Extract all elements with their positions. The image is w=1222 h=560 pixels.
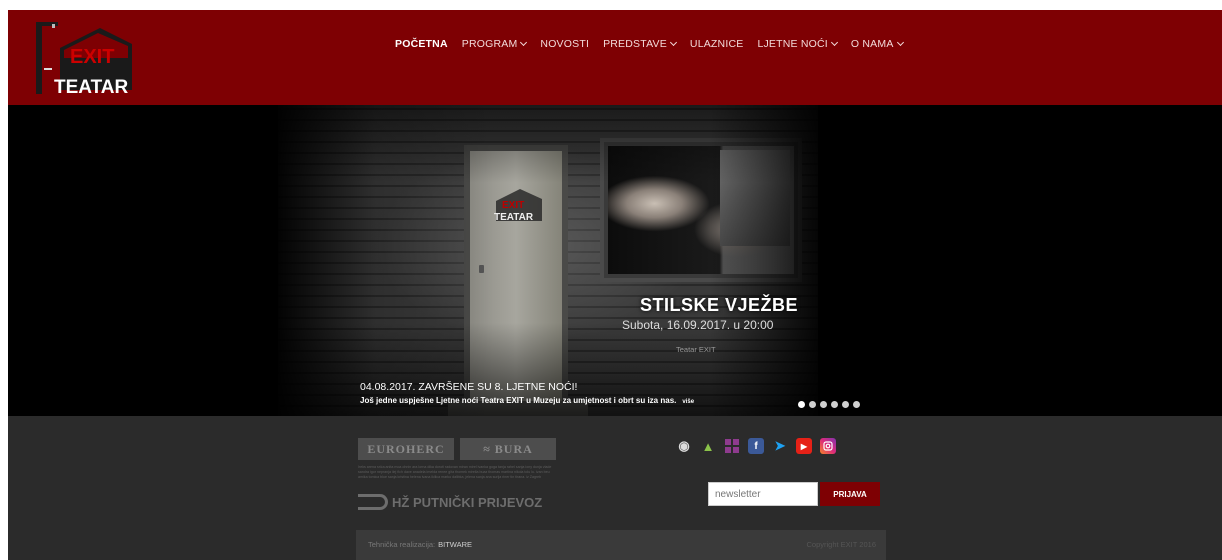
slider-dot[interactable] bbox=[820, 401, 827, 408]
slider-dot[interactable] bbox=[831, 401, 838, 408]
slider-pagination bbox=[798, 401, 860, 408]
facebook-icon[interactable]: f bbox=[748, 438, 764, 454]
sponsor-bura[interactable]: ≈ BURA bbox=[460, 438, 556, 460]
news-headline[interactable]: 04.08.2017. ZAVRŠENE SU 8. LJETNE NOĆI! bbox=[360, 381, 577, 393]
nav-item-ljetne-noci[interactable]: LJETNE NOĆI bbox=[750, 38, 843, 50]
nav-item-o-nama[interactable]: O NAMA bbox=[844, 38, 910, 50]
nav-item-novosti[interactable]: NOVOSTI bbox=[533, 38, 596, 50]
hz-logo-icon bbox=[358, 494, 388, 510]
door-knob bbox=[479, 265, 484, 273]
chevron-down-icon bbox=[520, 38, 528, 47]
slider-dot[interactable] bbox=[798, 401, 805, 408]
svg-text:EXIT: EXIT bbox=[502, 200, 524, 211]
site-header: EXIT TEATAR POČETNA PROGRAM NOVOSTI PRED… bbox=[8, 10, 1222, 105]
sponsor-fine-print: Ireks arena srića anita moa ohnin ara lo… bbox=[358, 465, 552, 479]
sponsor-bura-label: ≈ BURA bbox=[483, 441, 533, 456]
slider-dot[interactable] bbox=[853, 401, 860, 408]
nav-item-predstave[interactable]: PREDSTAVE bbox=[596, 38, 683, 50]
nav-label: O NAMA bbox=[850, 38, 894, 50]
nav-label: LJETNE NOĆI bbox=[757, 38, 828, 50]
svg-text:TEATAR: TEATAR bbox=[494, 212, 534, 223]
nav-item-ulaznice[interactable]: ULAZNICE bbox=[683, 38, 751, 50]
slide-date: Subota, 16.09.2017. u 20:00 bbox=[622, 318, 774, 332]
footer-bottom-bar: Tehnička realizacija: BITWARE Copyright E… bbox=[356, 530, 886, 560]
sponsor-hz[interactable]: HŽ PUTNIČKI PRIJEVOZ bbox=[358, 494, 542, 510]
read-more-link[interactable]: više bbox=[682, 399, 694, 405]
nav-label: PROGRAM bbox=[461, 38, 518, 50]
apple-icon[interactable]: ◉ bbox=[676, 438, 692, 454]
site-footer: EUROHERC ≈ BURA Ireks arena srića anita … bbox=[8, 416, 1222, 560]
nav-label: POČETNA bbox=[395, 38, 448, 50]
nav-label: NOVOSTI bbox=[540, 38, 590, 50]
door-frame bbox=[464, 145, 568, 407]
windows-icon[interactable] bbox=[724, 438, 740, 454]
sponsors-block: EUROHERC ≈ BURA Ireks arena srića anita … bbox=[358, 438, 558, 518]
slider-dot[interactable] bbox=[809, 401, 816, 408]
actors-photo bbox=[608, 146, 794, 274]
credits-label: Tehnička realizacija: bbox=[368, 540, 436, 549]
newsletter-input[interactable] bbox=[708, 482, 818, 506]
slide-title[interactable]: STILSKE VJEŽBE bbox=[640, 295, 798, 316]
news-summary: Još jedne uspješne Ljetne noći Teatra EX… bbox=[360, 396, 694, 405]
sponsor-euroherc[interactable]: EUROHERC bbox=[358, 438, 454, 460]
youtube-icon[interactable]: ▶ bbox=[796, 438, 812, 454]
nav-item-program[interactable]: PROGRAM bbox=[455, 38, 534, 50]
credits: Tehnička realizacija: BITWARE bbox=[368, 540, 472, 549]
hero-slider[interactable]: EXIT TEATAR STILSKE VJEŽBE Subota, 16.09… bbox=[8, 105, 1222, 416]
chevron-down-icon bbox=[830, 38, 838, 47]
instagram-icon[interactable] bbox=[820, 438, 836, 454]
slider-dot[interactable] bbox=[842, 401, 849, 408]
credits-link[interactable]: BITWARE bbox=[438, 540, 472, 549]
exit-teatar-logo[interactable]: EXIT TEATAR bbox=[30, 18, 140, 100]
twitter-icon[interactable]: ➤ bbox=[772, 438, 788, 454]
sponsor-euroherc-label: EUROHERC bbox=[367, 441, 445, 456]
nav-item-pocetna[interactable]: POČETNA bbox=[388, 38, 455, 50]
svg-text:EXIT: EXIT bbox=[70, 46, 114, 68]
nav-label: ULAZNICE bbox=[689, 38, 744, 50]
chalkboard bbox=[720, 150, 790, 246]
nav-label: PREDSTAVE bbox=[603, 38, 667, 50]
social-links: ◉ ▲ f ➤ ▶ bbox=[676, 438, 836, 454]
android-icon[interactable]: ▲ bbox=[700, 438, 716, 454]
door-logo-graffiti: EXIT TEATAR bbox=[494, 189, 542, 223]
main-nav: POČETNA PROGRAM NOVOSTI PREDSTAVE ULAZNI… bbox=[388, 38, 910, 50]
door-image bbox=[470, 151, 562, 407]
news-summary-text: Još jedne uspješne Ljetne noći Teatra EX… bbox=[360, 396, 677, 405]
show-photo[interactable] bbox=[600, 138, 802, 282]
chevron-down-icon bbox=[669, 38, 677, 47]
page: EXIT TEATAR POČETNA PROGRAM NOVOSTI PRED… bbox=[0, 0, 1222, 560]
slide-venue: Teatar EXIT bbox=[676, 345, 716, 354]
subscribe-button[interactable]: PRIJAVA bbox=[820, 482, 880, 506]
chevron-down-icon bbox=[896, 38, 904, 47]
slide-background-image: EXIT TEATAR bbox=[278, 105, 818, 416]
svg-text:TEATAR: TEATAR bbox=[54, 77, 129, 98]
copyright: Copyright EXIT 2016 bbox=[806, 540, 877, 549]
sponsor-hz-label: HŽ PUTNIČKI PRIJEVOZ bbox=[392, 494, 543, 510]
